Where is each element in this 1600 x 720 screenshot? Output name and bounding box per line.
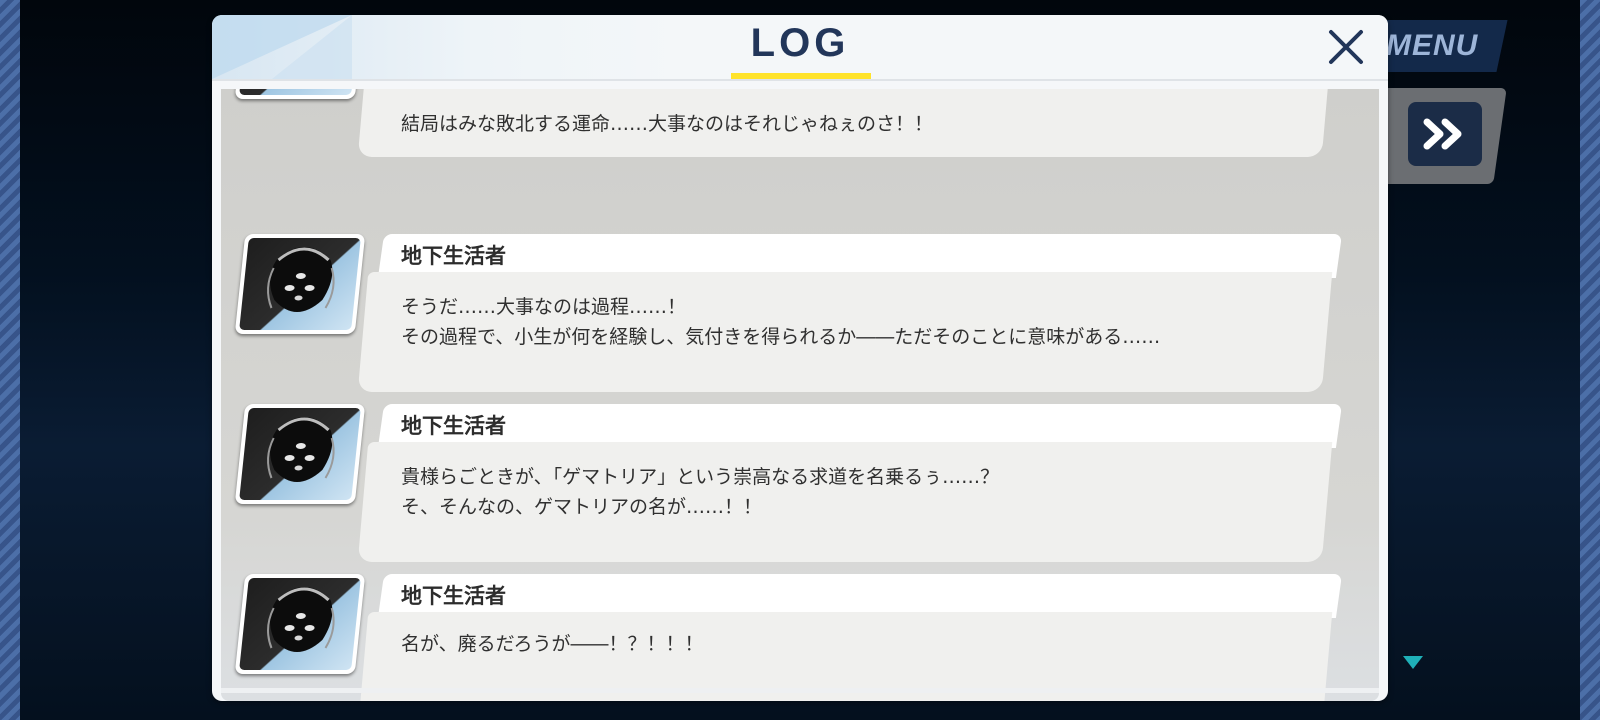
log-title: LOG xyxy=(750,21,850,65)
speaker-avatar xyxy=(234,234,366,334)
triangle-down-icon xyxy=(1403,656,1423,669)
speaker-name: 地下生活者 xyxy=(401,414,506,438)
log-dialog-header: LOG xyxy=(212,15,1388,81)
right-border-stripe xyxy=(1580,0,1600,720)
message-line: 貴様らごときが、「ゲマトリア」という崇高なる求道を名乗るぅ……？ xyxy=(401,466,1000,488)
masked-face-portrait xyxy=(239,89,361,95)
masked-face-portrait xyxy=(267,247,335,312)
message-line: そうだ……大事なのは過程……！ xyxy=(401,296,687,318)
masked-face-portrait xyxy=(267,417,335,482)
close-button[interactable] xyxy=(1322,23,1370,71)
message-line: そ、そんなの、ゲマトリアの名が……！！ xyxy=(401,496,763,518)
close-x-icon xyxy=(1329,30,1363,64)
title-underline xyxy=(731,73,871,79)
skip-button[interactable] xyxy=(1408,102,1482,166)
menu-button-label: MENU xyxy=(1385,29,1479,62)
speaker-avatar xyxy=(234,89,366,99)
message-line: 結局はみな敗北する運命……大事なのはそれじゃねぇのさ！！ xyxy=(401,113,934,135)
log-area-bottom-edge xyxy=(221,688,1379,693)
left-border-stripe xyxy=(0,0,20,720)
fast-forward-icon xyxy=(1423,118,1462,150)
speaker-name: 地下生活者 xyxy=(401,244,506,268)
masked-face-portrait xyxy=(267,587,335,652)
log-scroll-area[interactable]: 結局はみな敗北する運命……大事なのはそれじゃねぇのさ！！ 地下生活者 そうだ……… xyxy=(221,89,1379,701)
speaker-name: 地下生活者 xyxy=(401,584,506,608)
speaker-avatar xyxy=(234,574,366,674)
log-dialog: LOG 結局はみな敗北する運命……大事なのはそれじゃねぇのさ！！ 地下生活者 そ… xyxy=(212,15,1388,701)
speaker-avatar xyxy=(234,404,366,504)
message-line: 名が、廃るだろうが――！？！！！ xyxy=(401,633,704,655)
message-line: その過程で、小生が何を経験し、気付きを得られるか――ただそのことに意味がある…… xyxy=(401,326,1161,348)
